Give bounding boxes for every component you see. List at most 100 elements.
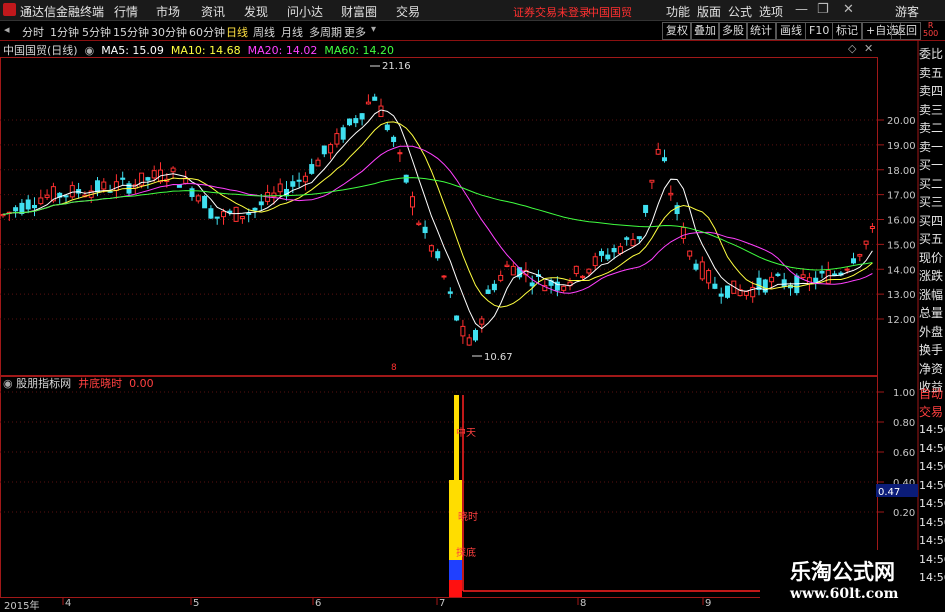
mark-button[interactable]: 标记 [832, 22, 862, 40]
candle-body [195, 195, 201, 202]
menu-market-quotes[interactable]: 行情 [114, 3, 138, 20]
current-stock-name: 中国国贸 [588, 6, 632, 19]
candle-body [120, 177, 126, 180]
candle-body [359, 113, 365, 120]
indicator-tick-label: 0.60 [893, 448, 915, 459]
main-chart-frame [0, 57, 878, 376]
candle-body [170, 167, 176, 173]
price-tick-label: 18.00 [887, 166, 916, 177]
quote-field-7: 买二 [919, 176, 944, 191]
quote-field-10: 买五 [919, 232, 944, 246]
f10-button[interactable]: F10 [805, 22, 834, 40]
menu-news[interactable]: 资讯 [201, 3, 225, 20]
high-price-label: 21.16 [382, 61, 411, 72]
price-tick-label: 14.00 [887, 265, 916, 276]
indicator-name[interactable]: 井底晓时 [78, 377, 122, 390]
period-tab-intraday[interactable]: 分时 [22, 24, 44, 40]
period-tab-5min[interactable]: 5分钟 [82, 24, 111, 40]
period-tab-30min[interactable]: 30分钟 [151, 24, 187, 40]
menu-market[interactable]: 市场 [156, 3, 180, 20]
trade-time-6: 14:56 [919, 534, 945, 547]
watermark-title: 乐淘公式网 [790, 560, 895, 584]
menu-formula[interactable]: 公式 [728, 3, 752, 20]
candle-body [844, 268, 850, 271]
indicator-label-xiaoshi: 晓时 [458, 511, 478, 523]
candle-body [769, 276, 775, 283]
candle-body [113, 181, 119, 191]
candle-body [328, 144, 334, 154]
candle-body [208, 208, 214, 219]
candle-body [586, 268, 592, 274]
auto-trade-label-1[interactable]: 交易 [919, 403, 945, 420]
candle-body [441, 275, 447, 278]
candle-body [258, 201, 264, 206]
close-icon[interactable]: ✕ [843, 2, 854, 17]
auto-trade-label-0[interactable]: 自动 [919, 385, 945, 402]
minimize-icon[interactable]: — [795, 2, 808, 17]
candle-body [643, 204, 649, 213]
period-tab-more[interactable]: 更多 [344, 24, 366, 40]
title-bar: 通达信金融终端 行情 市场 资讯 发现 问小达 财富圈 交易 证券交易未登录 中… [0, 0, 945, 21]
menu-wealth-circle[interactable]: 财富圈 [341, 3, 377, 20]
more-chevron-icon[interactable]: ▾ [371, 24, 376, 35]
candle-body [347, 118, 352, 126]
low-price-label: 10.67 [484, 352, 513, 363]
indicator-grid [0, 391, 878, 513]
menu-function[interactable]: 功能 [666, 3, 690, 20]
login-warning[interactable]: 证券交易未登录 [513, 4, 590, 20]
candle-body [315, 159, 321, 167]
period-tab-60min[interactable]: 60分钟 [189, 24, 225, 40]
candle-body [611, 248, 617, 253]
price-tick-label: 20.00 [887, 116, 916, 127]
kline-chart[interactable]: 20.00 19.00 18.00 17.00 16.00 15.00 14.00 13.00… [0, 40, 945, 609]
quote-field-8: 买三 [919, 195, 944, 209]
candle-body [221, 211, 226, 218]
period-toolbar: ◂ 分时 1分钟 5分钟 15分钟 30分钟 60分钟 日线 周线 月线 多周期… [0, 21, 945, 41]
indicator-settings-icon[interactable]: ◉ [3, 377, 13, 390]
period-tab-15min[interactable]: 15分钟 [113, 24, 149, 40]
indicator-label-zhongtian: 中天 [456, 426, 476, 439]
menu-trade[interactable]: 交易 [396, 3, 420, 20]
menu-layout[interactable]: 版面 [697, 3, 721, 20]
period-tab-multi[interactable]: 多周期 [309, 24, 342, 40]
adjust-price-button[interactable]: 复权 [662, 22, 692, 40]
period-tab-weekly[interactable]: 周线 [253, 24, 275, 40]
multi-stock-button[interactable]: 多股 [718, 22, 748, 40]
candle-body [422, 226, 428, 234]
draw-line-button[interactable]: 画线 [776, 22, 806, 40]
candle-body [252, 207, 258, 211]
candle-body [781, 279, 787, 287]
indicator-axis: 1.000.800.600.400.20 [878, 388, 915, 519]
candle-body [353, 118, 359, 124]
period-tab-monthly[interactable]: 月线 [281, 24, 303, 40]
menu-discover[interactable]: 发现 [244, 3, 268, 20]
candle-body [372, 96, 378, 101]
trade-time-0: 14:56 [919, 423, 945, 436]
candle-body [309, 164, 315, 174]
back-button[interactable]: 返回 [891, 22, 921, 40]
candle-body [851, 258, 856, 264]
overlay-button[interactable]: 叠加 [690, 22, 720, 40]
candle-body [460, 325, 466, 337]
statistics-button[interactable]: 统计 [746, 22, 776, 40]
candle-body [202, 195, 208, 209]
candle-body [403, 174, 409, 183]
trade-time-5: 14:56 [919, 515, 945, 529]
candle-body [712, 283, 718, 289]
indicator-header: ◉ 股朋指标网 井底晓时 0.00 [3, 375, 154, 391]
restore-icon[interactable]: ❐ [817, 2, 829, 17]
period-tab-daily[interactable]: 日线 [226, 24, 248, 40]
event-marker: 8 [391, 363, 397, 373]
candle-body [391, 136, 397, 143]
month-tick-label: 5 [193, 598, 199, 609]
menu-options[interactable]: 选项 [759, 3, 783, 20]
toolbar-collapse-icon[interactable]: ◂ [4, 23, 10, 36]
app-title: 通达信金融终端 [20, 5, 105, 19]
period-tab-1min[interactable]: 1分钟 [50, 24, 79, 40]
menu-ask-xiaoda[interactable]: 问小达 [287, 3, 323, 20]
guest-label[interactable]: 游客 [895, 3, 919, 20]
quote-field-4: 卖二 [919, 121, 944, 135]
quote-field-12: 涨跌 [919, 269, 944, 283]
corner-badge-500: 500 [923, 29, 939, 38]
candle-body [189, 188, 195, 197]
